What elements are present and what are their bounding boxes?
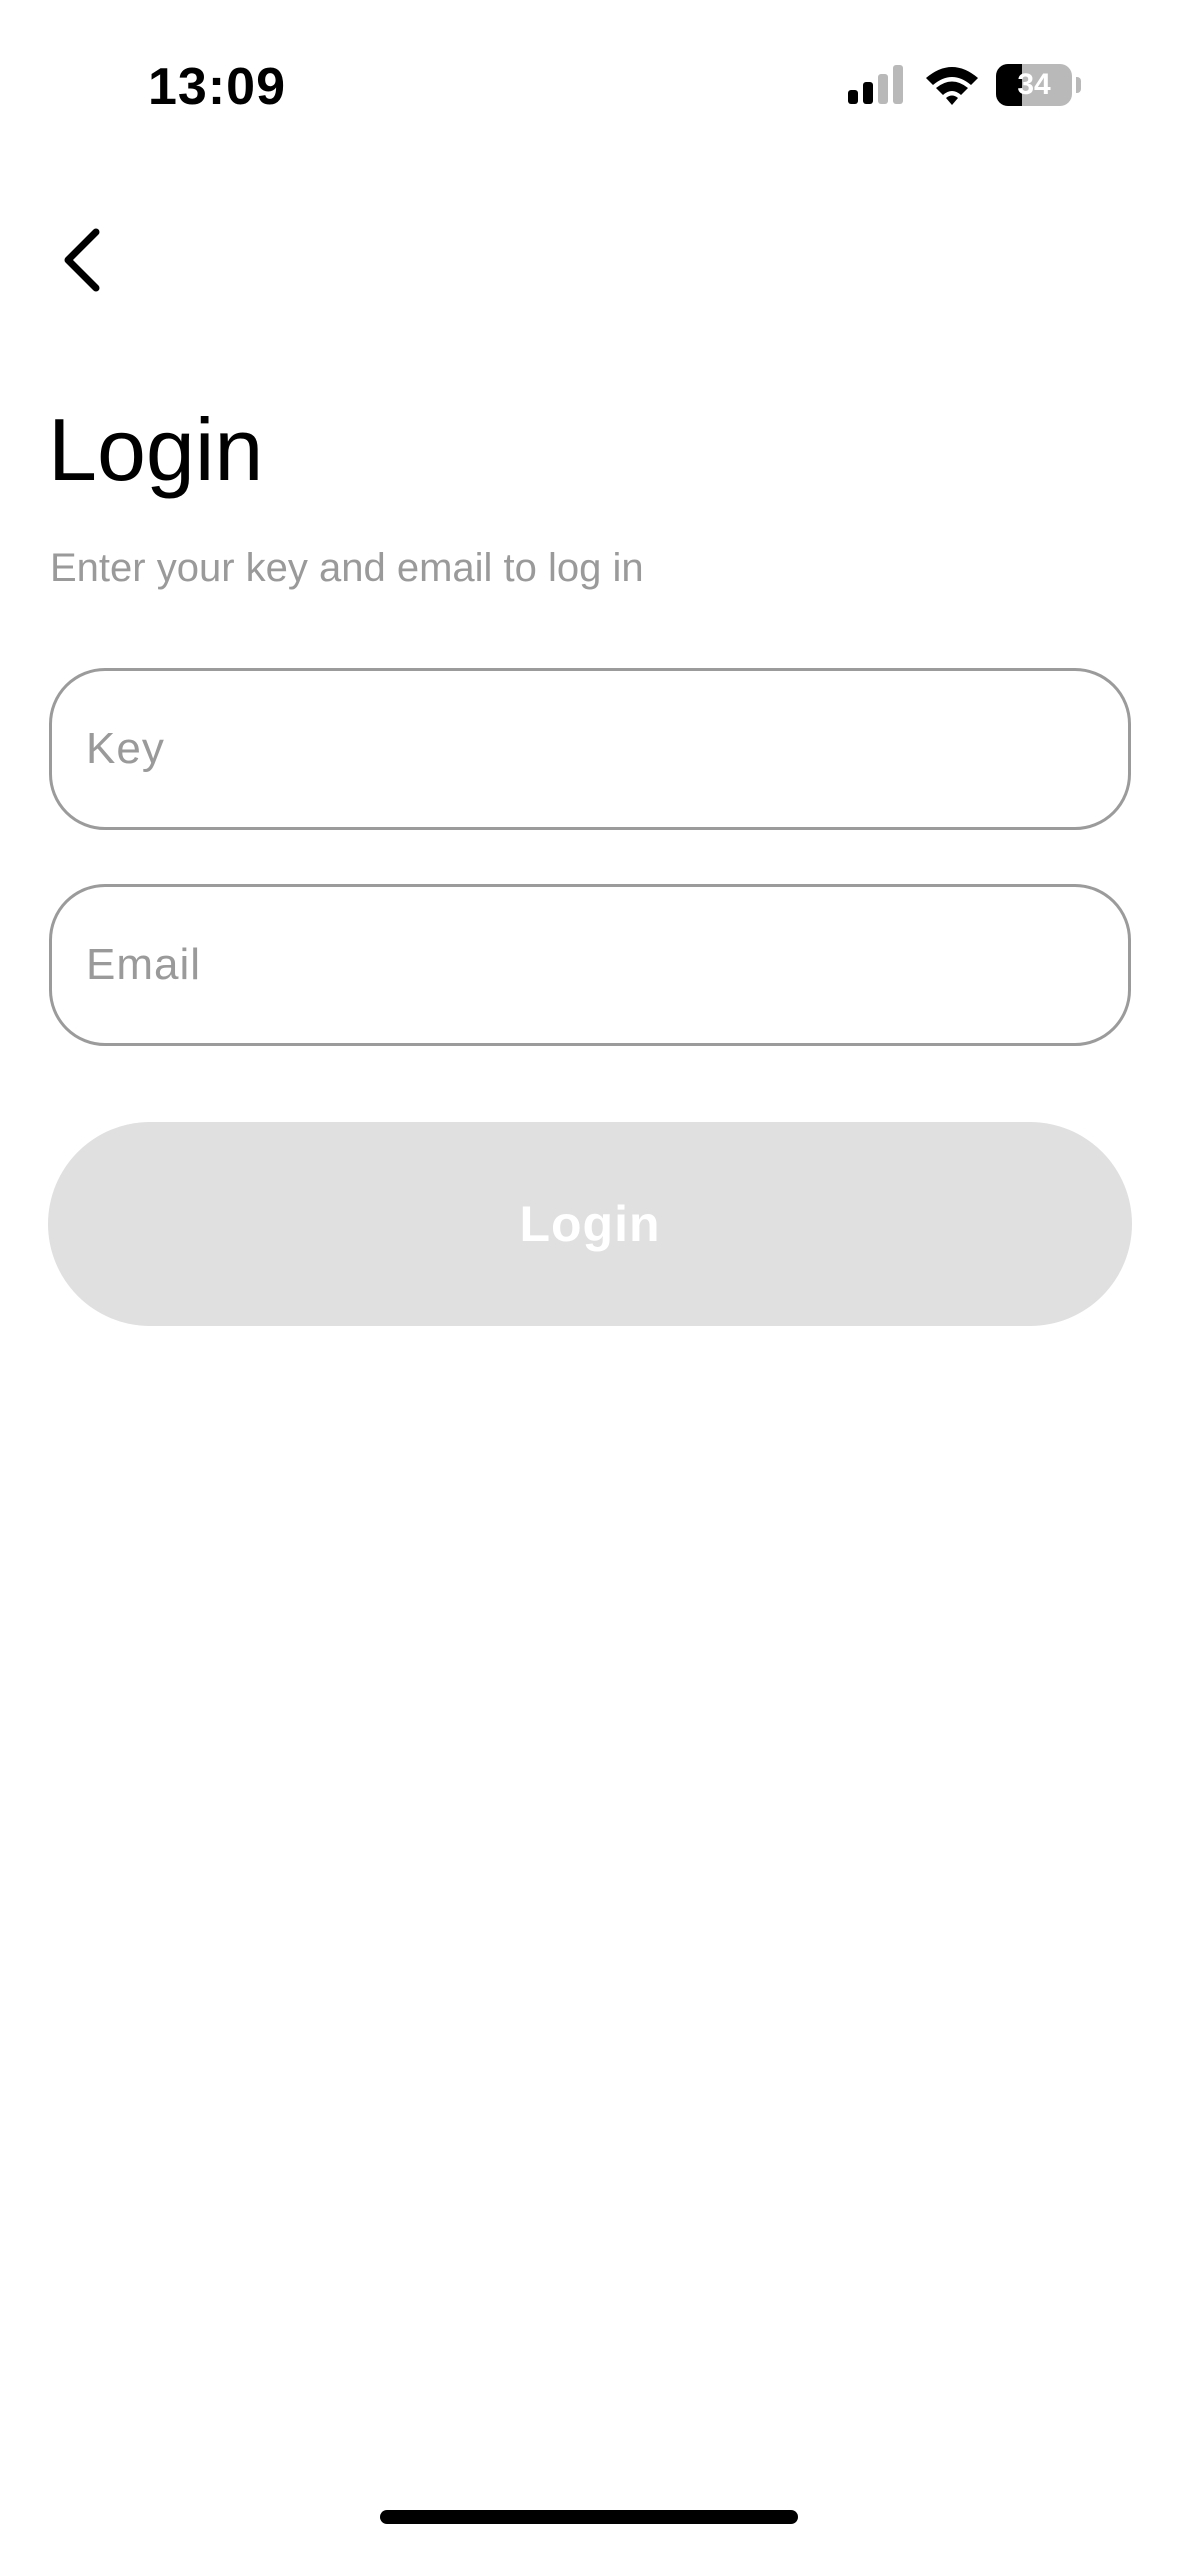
cellular-signal-icon — [848, 65, 903, 104]
login-button[interactable]: Login — [48, 1122, 1132, 1326]
email-input[interactable] — [49, 884, 1131, 1046]
chevron-left-icon — [64, 228, 100, 292]
back-button[interactable] — [50, 220, 120, 300]
page-subtitle: Enter your key and email to log in — [50, 546, 644, 590]
status-time: 13:09 — [148, 58, 286, 116]
wifi-icon — [926, 67, 978, 105]
battery-icon: 34 — [996, 64, 1082, 106]
home-indicator — [380, 2510, 798, 2524]
battery-level-text: 34 — [1017, 68, 1051, 101]
status-bar: 13:09 34 — [0, 0, 1179, 170]
page-title: Login — [48, 400, 264, 499]
key-input[interactable] — [49, 668, 1131, 830]
